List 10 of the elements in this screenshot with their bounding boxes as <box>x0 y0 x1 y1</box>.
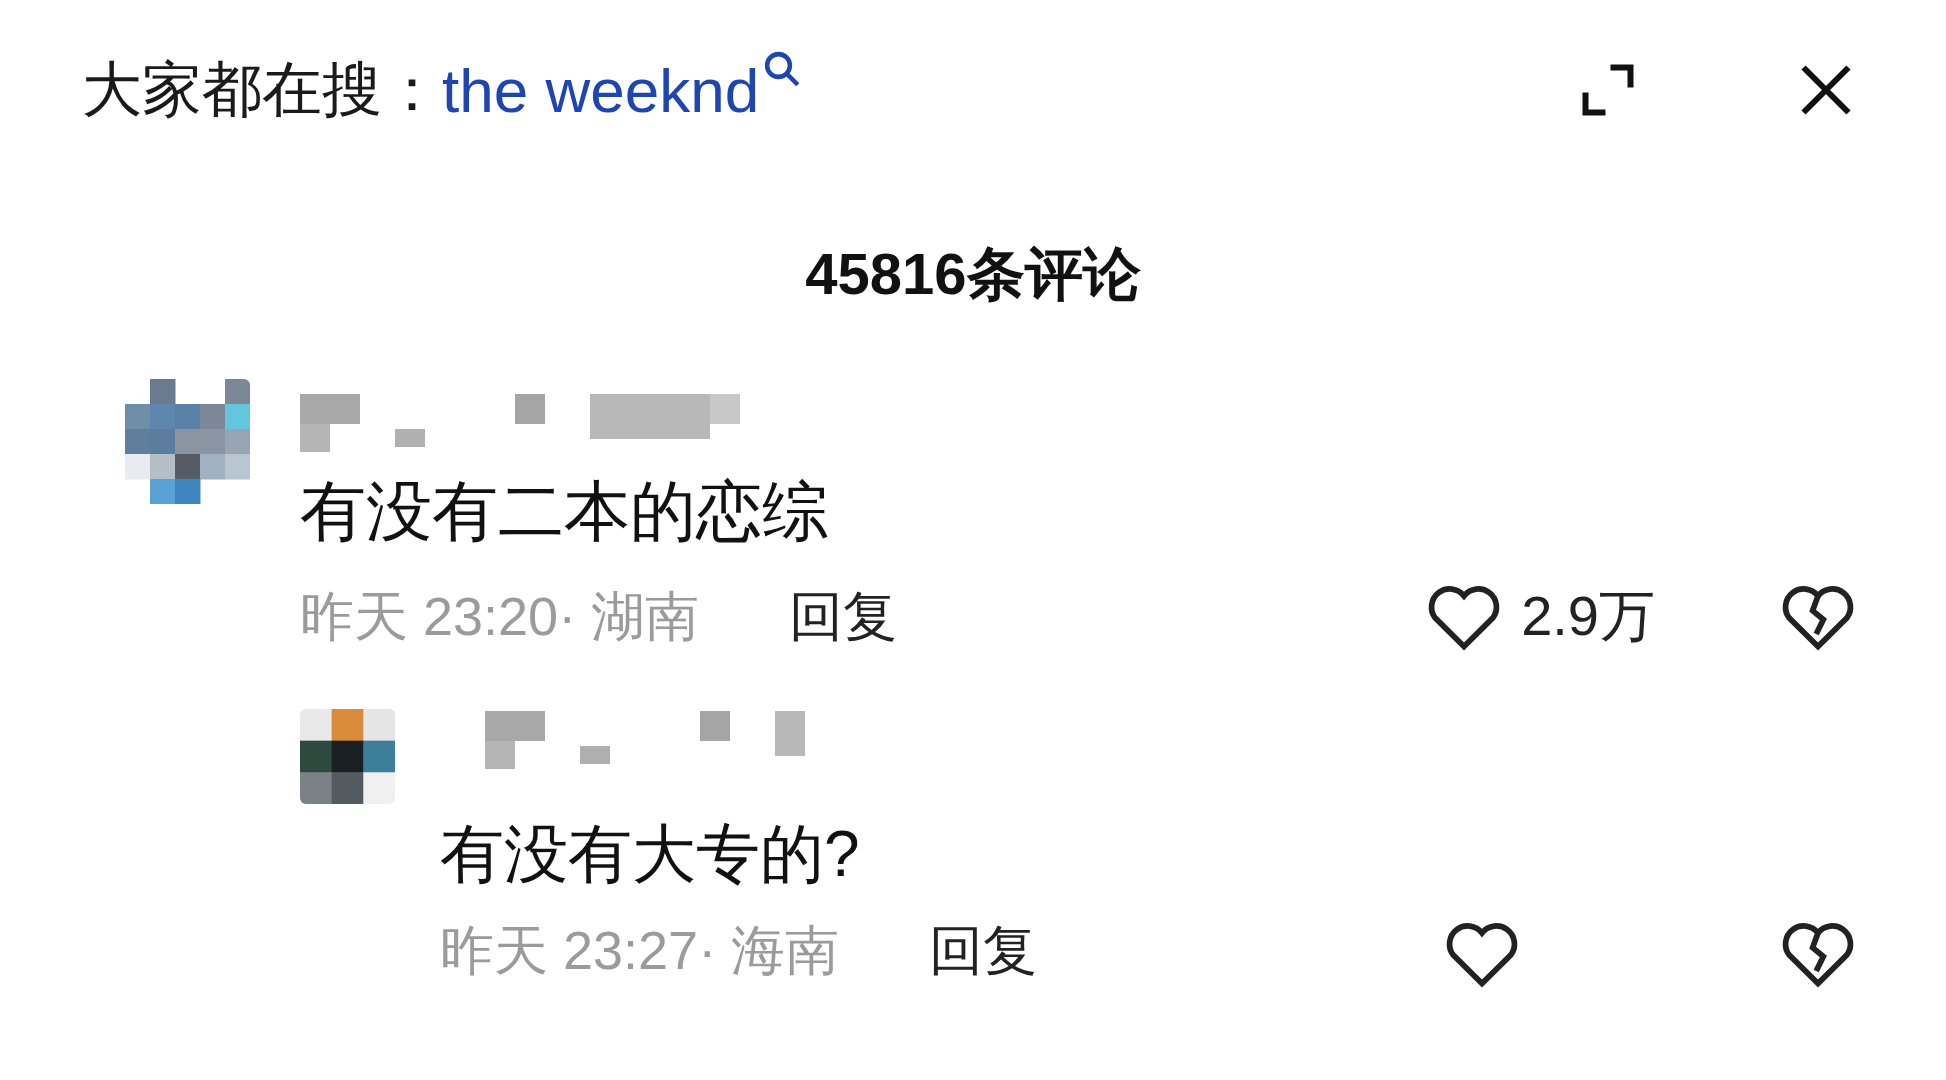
comment-text: 有没有二本的恋综 <box>300 473 829 550</box>
trending-query-link[interactable]: the weeknd <box>442 43 760 137</box>
comment-time-location: 昨天 23:20· 湖南 <box>300 584 700 648</box>
reply-button[interactable]: 回复 <box>929 910 1038 991</box>
reply-button[interactable]: 回复 <box>789 575 898 657</box>
comment-count: 45816条评论 <box>805 240 1141 308</box>
reply-text: 有没有大专的? <box>440 817 861 892</box>
like-count: 2.9万 <box>1521 583 1655 649</box>
trending-label: 大家都在搜： <box>82 55 442 125</box>
comment-time-location: 昨天 23:27· 海南 <box>440 919 840 982</box>
